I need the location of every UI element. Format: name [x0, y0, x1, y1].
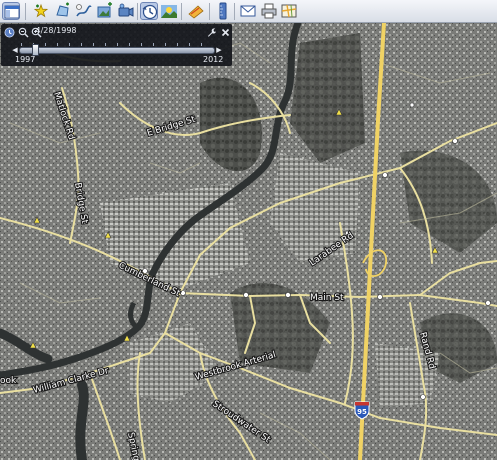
road-label-main-st: Main St [310, 293, 344, 303]
next-date-button[interactable]: ▶ [216, 47, 222, 54]
sidebar-toggle-icon [4, 5, 20, 19]
time-slider-ticks [21, 43, 213, 46]
historical-imagery-button[interactable] [140, 2, 158, 20]
switch-to-sky-icon [188, 5, 204, 19]
switch-to-sky-button[interactable] [187, 2, 205, 20]
map-view[interactable]: 95 Matlock Rd E Bridge St Bridge St Cumb… [0, 23, 497, 460]
record-tour-icon [118, 3, 134, 17]
satellite-imagery: 95 Matlock Rd E Bridge St Bridge St Cumb… [0, 23, 497, 460]
clock-icon[interactable] [4, 27, 15, 38]
historical-imagery-icon [142, 4, 158, 20]
record-tour-button[interactable] [117, 2, 135, 20]
settings-wrench-icon[interactable] [206, 27, 217, 38]
email-icon [240, 5, 256, 17]
toolbar-separator [137, 3, 138, 20]
toolbar [0, 0, 497, 23]
sunlight-icon [161, 5, 177, 18]
email-button[interactable] [239, 2, 257, 20]
add-path-button[interactable] [75, 2, 93, 20]
current-imagery-date: 4/28/1998 [35, 26, 77, 35]
toolbar-separator [209, 3, 210, 20]
ruler-button[interactable] [214, 2, 232, 20]
end-year-label: 2012 [203, 55, 224, 64]
start-year-label: 1997 [15, 55, 36, 64]
add-placemark-icon [33, 3, 49, 18]
sidebar-toggle-button[interactable] [2, 2, 20, 20]
print-button[interactable] [260, 2, 278, 20]
time-slider-track[interactable] [19, 47, 215, 54]
toolbar-separator [234, 3, 235, 20]
interstate-95-shield: 95 [354, 401, 370, 420]
interstate-shield-number: 95 [357, 408, 367, 416]
close-icon[interactable] [220, 27, 231, 38]
place-label-westbrook: ook [0, 376, 17, 386]
add-path-icon [76, 4, 92, 17]
add-image-overlay-button[interactable] [96, 2, 114, 20]
view-in-maps-icon [281, 4, 297, 18]
add-polygon-icon [56, 2, 69, 17]
sunlight-button[interactable] [160, 2, 178, 20]
print-icon [261, 3, 277, 19]
previous-date-button[interactable]: ◀ [12, 47, 18, 54]
add-image-overlay-icon [97, 2, 112, 18]
toolbar-separator [181, 3, 182, 20]
add-polygon-button[interactable] [54, 2, 72, 20]
view-in-maps-button[interactable] [280, 2, 298, 20]
historical-imagery-time-slider: 4/28/1998 ◀ ▶ 1997 2012 [1, 24, 232, 66]
add-placemark-button[interactable] [32, 2, 50, 20]
ruler-icon [219, 2, 227, 20]
toolbar-separator [25, 3, 26, 20]
